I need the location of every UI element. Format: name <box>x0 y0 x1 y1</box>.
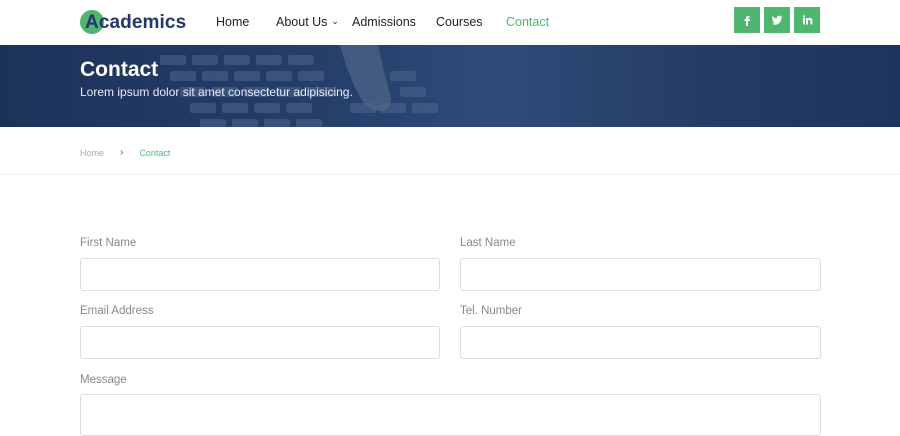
phone-label: Tel. Number <box>460 305 522 317</box>
first-name-label: First Name <box>80 237 137 249</box>
breadcrumb-current: Contact <box>139 147 171 158</box>
section-divider <box>0 174 900 175</box>
page-hero-banner: Contact Lorem ipsum dolor sit amet conse… <box>0 45 900 127</box>
nav-item-about-us[interactable]: About Us ⌄ <box>276 15 352 29</box>
logo-text: Academics <box>85 12 187 33</box>
last-name-label: Last Name <box>460 237 516 249</box>
message-label: Message <box>80 374 127 386</box>
breadcrumb: Home › Contact <box>80 147 170 158</box>
breadcrumb-home-link[interactable]: Home <box>80 148 104 158</box>
nav-item-label: Courses <box>436 15 483 29</box>
email-field[interactable] <box>80 326 440 359</box>
main-nav: Home About Us ⌄ Admissions Courses Conta… <box>216 15 549 29</box>
email-label: Email Address <box>80 305 154 317</box>
linkedin-button[interactable] <box>794 7 820 33</box>
message-textarea[interactable] <box>80 394 821 436</box>
site-logo[interactable]: Academics <box>80 9 186 37</box>
nav-item-label: Admissions <box>352 15 416 29</box>
chevron-down-icon: ⌄ <box>331 15 339 26</box>
nav-item-admissions[interactable]: Admissions <box>352 15 436 29</box>
nav-item-label: Contact <box>506 15 550 29</box>
page-title: Contact <box>80 58 159 81</box>
last-name-input[interactable] <box>460 258 821 291</box>
top-navbar: Academics Home About Us ⌄ Admissions Cou… <box>0 0 900 45</box>
nav-item-home[interactable]: Home <box>216 15 276 29</box>
breadcrumb-separator-icon: › <box>120 147 124 158</box>
nav-item-courses[interactable]: Courses <box>436 15 506 29</box>
twitter-icon <box>771 15 783 25</box>
first-name-input[interactable] <box>80 258 440 291</box>
nav-item-label: Home <box>216 15 250 29</box>
facebook-button[interactable] <box>734 7 760 33</box>
linkedin-icon <box>802 15 813 25</box>
phone-field[interactable] <box>460 326 821 359</box>
social-links <box>734 7 820 33</box>
page-subtitle: Lorem ipsum dolor sit amet consectetur a… <box>80 85 353 99</box>
nav-item-label: About Us <box>276 15 328 29</box>
facebook-icon <box>744 16 750 26</box>
nav-item-contact[interactable]: Contact <box>506 15 549 29</box>
twitter-button[interactable] <box>764 7 790 33</box>
